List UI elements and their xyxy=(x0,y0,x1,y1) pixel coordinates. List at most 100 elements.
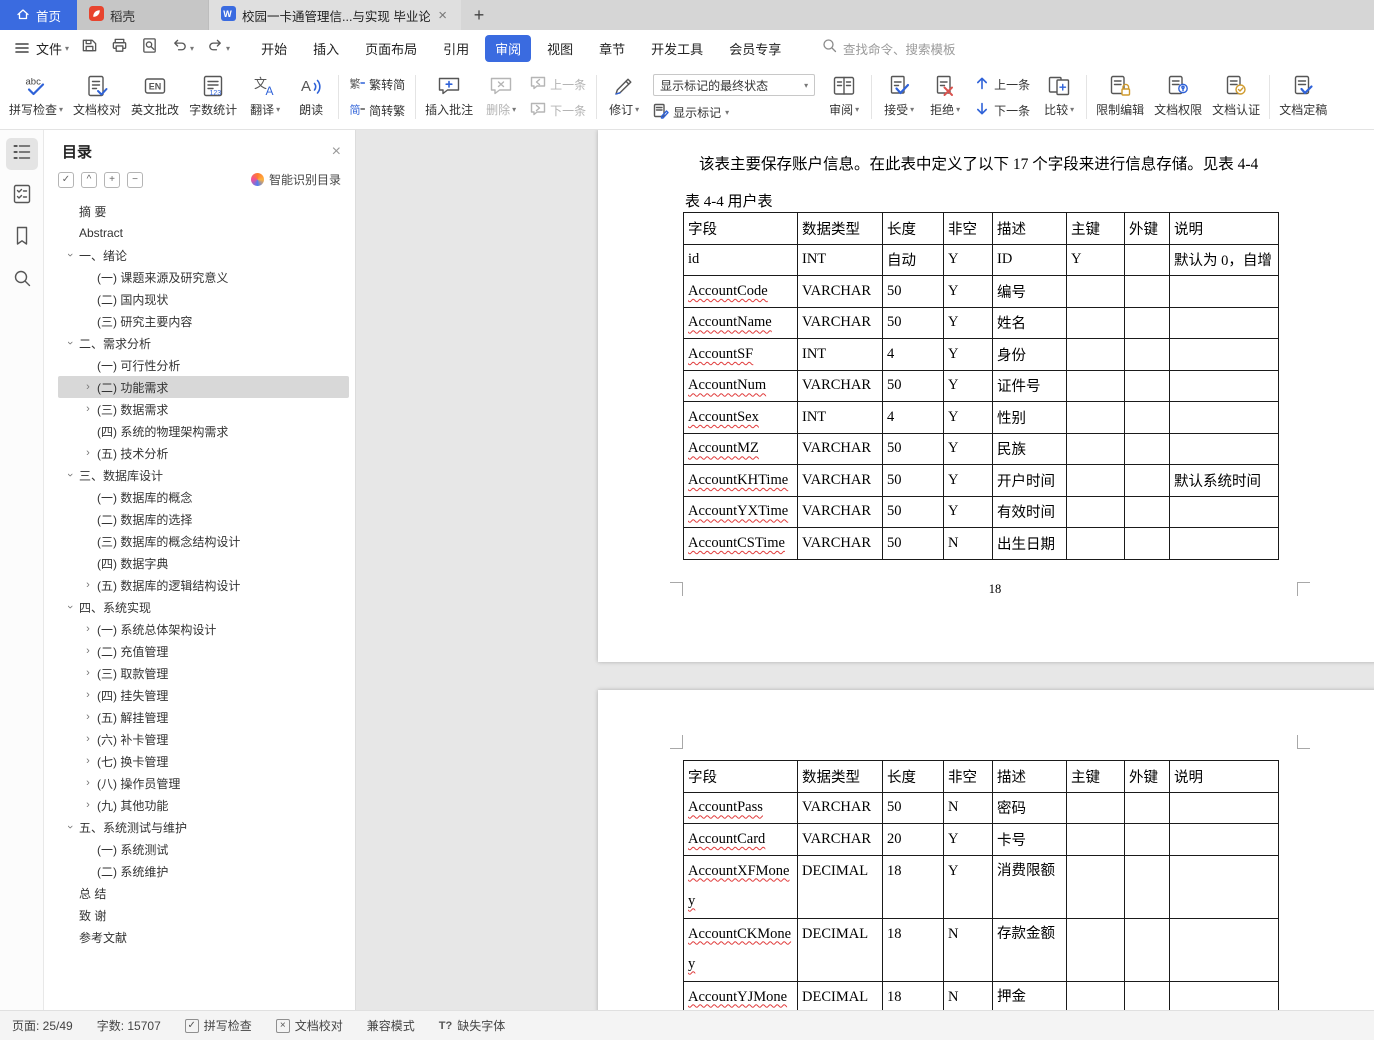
print-preview-button[interactable] xyxy=(141,37,158,59)
chevron-down-icon[interactable]: › xyxy=(64,249,76,261)
menu-tab-member[interactable]: 会员专享 xyxy=(719,35,791,62)
toc-item[interactable]: › (五) 技术分析 xyxy=(58,442,349,464)
toc-item[interactable]: › (九) 其他功能 xyxy=(58,794,349,816)
toc-item[interactable]: › (五) 数据库的逻辑结构设计 xyxy=(58,574,349,596)
word-count-button[interactable]: 123 字数统计 xyxy=(184,67,242,127)
reject-change-button[interactable]: 拒绝 ▾ xyxy=(922,67,968,127)
insert-comment-button[interactable]: 插入批注 xyxy=(420,67,478,127)
menu-tab-view[interactable]: 视图 xyxy=(537,35,583,62)
read-aloud-button[interactable]: A 朗读 xyxy=(288,67,334,127)
document-page-25[interactable]: 该表主要保存账户信息。在此表中定义了以下 17 个字段来进行信息存储。见表 4-… xyxy=(598,130,1374,662)
tab-document[interactable]: W 校园一卡通管理信...与实现 毕业论文 × xyxy=(209,0,462,30)
menu-tab-home[interactable]: 开始 xyxy=(251,35,297,62)
outline-panel-button[interactable] xyxy=(5,138,38,170)
undo-button[interactable]: ▾ xyxy=(171,37,194,59)
review-pane-button[interactable]: 审阅 ▾ xyxy=(821,67,867,127)
toc-item[interactable]: › (三) 取款管理 xyxy=(58,662,349,684)
menu-tab-dev-tools[interactable]: 开发工具 xyxy=(641,35,713,62)
translate-button[interactable]: 文 A 翻译 ▾ xyxy=(242,67,288,127)
search-panel-button[interactable] xyxy=(6,264,38,296)
markup-state-dropdown[interactable]: 显示标记的最终状态 ▾ xyxy=(653,74,816,96)
toc-item[interactable]: › (七) 换卡管理 xyxy=(58,750,349,772)
accept-change-button[interactable]: 接受 ▾ xyxy=(876,67,922,127)
toc-item[interactable]: ›致 谢 xyxy=(58,904,349,926)
toc-item[interactable]: ›(一) 数据库的概念 xyxy=(58,486,349,508)
chevron-right-icon[interactable]: › xyxy=(82,799,94,811)
tab-home[interactable]: 首页 xyxy=(0,0,78,30)
redo-button[interactable]: ▾ xyxy=(207,37,230,59)
toc-item[interactable]: › (六) 补卡管理 xyxy=(58,728,349,750)
prev-change-button[interactable]: 上一条 xyxy=(974,75,1030,94)
menu-tab-page-layout[interactable]: 页面布局 xyxy=(355,35,427,62)
toc-item[interactable]: ›Abstract xyxy=(58,222,349,244)
show-markup-button[interactable]: 显示标记 ▾ xyxy=(653,103,815,122)
toc-item[interactable]: ›(二) 系统维护 xyxy=(58,860,349,882)
menu-tab-review[interactable]: 审阅 xyxy=(485,34,532,62)
restrict-edit-button[interactable]: 限制编辑 xyxy=(1091,67,1149,127)
toc-item[interactable]: › 四、系统实现 xyxy=(58,596,349,618)
doc-finalize-button[interactable]: 文档定稿 xyxy=(1274,67,1332,127)
chevron-right-icon[interactable]: › xyxy=(82,403,94,415)
chevron-down-icon[interactable]: › xyxy=(64,821,76,833)
toc-item[interactable]: › (五) 解挂管理 xyxy=(58,706,349,728)
chevron-right-icon[interactable]: › xyxy=(82,711,94,723)
command-search[interactable]: 查找命令、搜索模板 xyxy=(822,30,956,66)
chevron-right-icon[interactable]: › xyxy=(82,623,94,635)
chevron-right-icon[interactable]: › xyxy=(82,381,94,393)
chevron-right-icon[interactable]: › xyxy=(82,755,94,767)
toc-level-icon[interactable]: ^ xyxy=(81,171,97,188)
toc-item[interactable]: ›摘 要 xyxy=(58,200,349,222)
trad-to-simp-button[interactable]: 繁繁转简 xyxy=(349,75,406,94)
chevron-right-icon[interactable]: › xyxy=(82,777,94,789)
simp-to-trad-button[interactable]: 简简转繁 xyxy=(349,101,406,120)
file-menu-button[interactable]: 文件 ▾ xyxy=(36,39,69,58)
toc-item[interactable]: › (二) 功能需求 xyxy=(58,376,349,398)
toc-item[interactable]: › (四) 挂失管理 xyxy=(58,684,349,706)
new-tab-button[interactable]: + xyxy=(461,0,497,30)
toc-item[interactable]: › 二、需求分析 xyxy=(58,332,349,354)
next-change-button[interactable]: 下一条 xyxy=(974,101,1030,120)
toc-select-icon[interactable]: ✓ xyxy=(58,171,74,188)
compat-mode[interactable]: 兼容模式 xyxy=(367,1017,415,1034)
document-page-26[interactable]: 字段 数据类型 长度 非空 描述 主键 外键 说明 AccountPass VARCHAR 50 N 密… xyxy=(598,690,1374,1010)
chevron-right-icon[interactable]: › xyxy=(82,689,94,701)
close-tab-icon[interactable]: × xyxy=(436,8,449,23)
toc-item[interactable]: › (八) 操作员管理 xyxy=(58,772,349,794)
spell-check-button[interactable]: abc 拼写检查 ▾ xyxy=(4,67,68,127)
toc-item[interactable]: ›总 结 xyxy=(58,882,349,904)
chevron-right-icon[interactable]: › xyxy=(82,579,94,591)
doc-certify-button[interactable]: 文档认证 xyxy=(1207,67,1265,127)
toc-item[interactable]: › 三、数据库设计 xyxy=(58,464,349,486)
chevron-right-icon[interactable]: › xyxy=(82,645,94,657)
track-changes-button[interactable]: 修订 ▾ xyxy=(601,67,647,127)
chevron-down-icon[interactable]: › xyxy=(64,337,76,349)
toc-item[interactable]: ›(四) 系统的物理架构需求 xyxy=(58,420,349,442)
english-correct-button[interactable]: EN 英文批改 xyxy=(126,67,184,127)
toc-item[interactable]: ›(一) 可行性分析 xyxy=(58,354,349,376)
toc-item[interactable]: › 一、绪论 xyxy=(58,244,349,266)
doc-proofread-status[interactable]: × 文档校对 xyxy=(275,1017,343,1034)
toc-item[interactable]: ›(二) 国内现状 xyxy=(58,288,349,310)
toc-expand-all-icon[interactable]: + xyxy=(104,171,120,188)
save-button[interactable] xyxy=(81,37,98,59)
chevron-right-icon[interactable]: › xyxy=(82,447,94,459)
toc-item[interactable]: ›参考文献 xyxy=(58,926,349,948)
checklist-panel-button[interactable] xyxy=(6,180,38,212)
toc-item[interactable]: ›(一) 系统测试 xyxy=(58,838,349,860)
toc-item[interactable]: › (一) 系统总体架构设计 xyxy=(58,618,349,640)
doc-permission-button[interactable]: 文档权限 xyxy=(1149,67,1207,127)
menu-tab-section[interactable]: 章节 xyxy=(589,35,635,62)
hamburger-icon[interactable] xyxy=(14,40,30,56)
menu-tab-references[interactable]: 引用 xyxy=(433,35,479,62)
chevron-right-icon[interactable]: › xyxy=(82,733,94,745)
chevron-down-icon[interactable]: › xyxy=(64,601,76,613)
toc-item[interactable]: › (三) 数据需求 xyxy=(58,398,349,420)
chevron-down-icon[interactable]: › xyxy=(64,469,76,481)
smart-recognize-toc-button[interactable]: 智能识别目录 xyxy=(250,171,341,188)
bookmark-panel-button[interactable] xyxy=(6,222,38,254)
toc-item[interactable]: ›(一) 课题来源及研究意义 xyxy=(58,266,349,288)
doc-proofread-button[interactable]: 文档校对 xyxy=(68,67,126,127)
toc-item[interactable]: ›(三) 数据库的概念结构设计 xyxy=(58,530,349,552)
toc-item[interactable]: › 五、系统测试与维护 xyxy=(58,816,349,838)
compare-button[interactable]: 比较 ▾ xyxy=(1036,67,1082,127)
